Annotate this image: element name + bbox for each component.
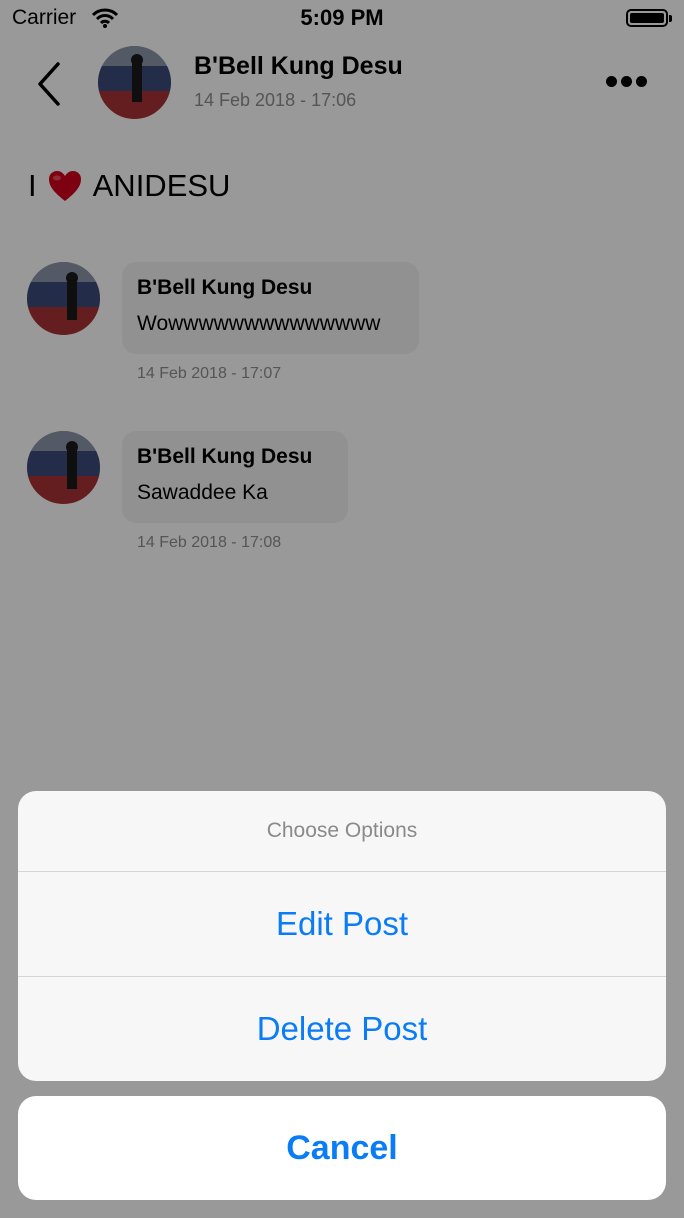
post-detail-screen: Carrier 5:09 PM B'Bell Kung Desu 14 Feb … — [0, 0, 684, 1218]
action-sheet-title: Choose Options — [18, 791, 666, 872]
action-sheet: Choose Options Edit Post Delete Post — [18, 791, 666, 1081]
delete-post-button[interactable]: Delete Post — [18, 976, 666, 1081]
edit-post-button[interactable]: Edit Post — [18, 872, 666, 976]
cancel-button[interactable]: Cancel — [18, 1096, 666, 1200]
